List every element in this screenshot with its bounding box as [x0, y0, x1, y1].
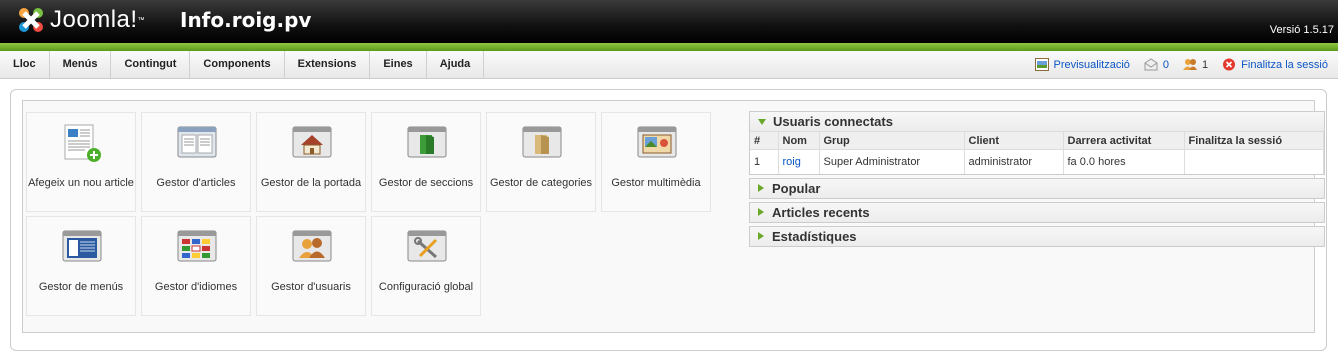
joomla-logo: Joomla! ™ — [16, 5, 145, 35]
logout-icon — [1223, 58, 1236, 71]
collapsed-arrow-icon — [758, 184, 764, 192]
logout-link[interactable]: Finalitza la sessió — [1222, 58, 1328, 71]
recent-articles-toggle[interactable]: Articles recents — [750, 202, 1324, 222]
admin-header: Joomla! ™ Info.roig.pv Versió 1.5.17 — [0, 0, 1338, 43]
logo-text: Joomla! — [50, 6, 138, 33]
preview-link[interactable]: Previsualització — [1034, 58, 1130, 71]
collapsed-arrow-icon — [758, 208, 764, 216]
preview-icon — [1034, 58, 1049, 71]
add-article-icon — [64, 124, 101, 162]
status-area: Previsualització 0 1 Finalitza la sessió — [1034, 51, 1328, 78]
header-divider — [0, 43, 1338, 51]
info-panels: Usuaris connectats # Nom Grup Client Dar… — [749, 111, 1325, 250]
menu-item-help[interactable]: Ajuda — [427, 51, 485, 78]
statistics-panel: Estadístiques — [749, 225, 1325, 247]
mail-icon — [1144, 58, 1158, 71]
quickicon-media-manager[interactable]: Gestor multimèdia — [601, 112, 711, 212]
table-header-row: # Nom Grup Client Darrera activitat Fina… — [750, 131, 1324, 150]
menu-item-tools[interactable]: Eines — [370, 51, 427, 78]
users-online-count: 1 — [1183, 58, 1208, 71]
category-manager-icon — [522, 126, 562, 158]
version-label: Versió 1.5.17 — [1269, 24, 1334, 36]
popular-panel: Popular — [749, 177, 1325, 199]
menu-item-menus[interactable]: Menús — [50, 51, 112, 78]
quickicon-category-manager[interactable]: Gestor de categories — [486, 112, 596, 212]
quickicon-article-manager[interactable]: Gestor d'articles — [141, 112, 251, 212]
logged-in-users-toggle[interactable]: Usuaris connectats — [750, 112, 1324, 131]
quickicon-user-manager[interactable]: Gestor d'usuaris — [256, 216, 366, 316]
joomla-logo-icon — [19, 8, 43, 32]
site-name[interactable]: Info.roig.pv — [180, 8, 311, 32]
user-name-link[interactable]: roig — [783, 156, 801, 168]
expanded-arrow-icon — [758, 118, 766, 125]
main-container: Afegeix un nou article Gestor d'articles — [10, 89, 1327, 351]
menu-item-site[interactable]: Lloc — [0, 51, 50, 78]
recent-articles-panel: Articles recents — [749, 201, 1325, 223]
frontpage-manager-icon — [292, 126, 332, 158]
statistics-toggle[interactable]: Estadístiques — [750, 226, 1324, 246]
quickicon-menu-manager[interactable]: Gestor de menús — [26, 216, 136, 316]
menu-item-extensions[interactable]: Extensions — [285, 51, 371, 78]
menu-bar: Lloc Menús Contingut Components Extensio… — [0, 51, 1338, 79]
media-manager-icon — [637, 126, 677, 158]
quickicon-add-article[interactable]: Afegeix un nou article — [26, 112, 136, 212]
menu-manager-icon — [62, 230, 102, 262]
table-row: 1 roig Super Administrator administrator… — [750, 149, 1324, 174]
global-config-icon — [407, 230, 447, 262]
menu-item-content[interactable]: Contingut — [111, 51, 191, 78]
section-manager-icon — [407, 126, 447, 158]
collapsed-arrow-icon — [758, 232, 764, 240]
quickicon-global-config[interactable]: Configuració global — [371, 216, 481, 316]
logged-in-users-panel: Usuaris connectats # Nom Grup Client Dar… — [749, 111, 1325, 175]
user-manager-icon — [292, 230, 332, 262]
popular-toggle[interactable]: Popular — [750, 178, 1324, 198]
quickicon-section-manager[interactable]: Gestor de seccions — [371, 112, 481, 212]
quickicon-frontpage-manager[interactable]: Gestor de la portada — [256, 112, 366, 212]
logged-in-users-table: # Nom Grup Client Darrera activitat Fina… — [750, 131, 1324, 174]
menu-item-components[interactable]: Components — [190, 51, 285, 78]
content-area: Afegeix un nou article Gestor d'articles — [22, 100, 1325, 333]
users-icon — [1183, 59, 1198, 70]
quickicon-language-manager[interactable]: Gestor d'idiomes — [141, 216, 251, 316]
messages-count[interactable]: 0 — [1144, 58, 1169, 71]
main-menu: Lloc Menús Contingut Components Extensio… — [0, 51, 485, 78]
article-manager-icon — [177, 126, 217, 158]
language-manager-icon — [177, 230, 217, 262]
